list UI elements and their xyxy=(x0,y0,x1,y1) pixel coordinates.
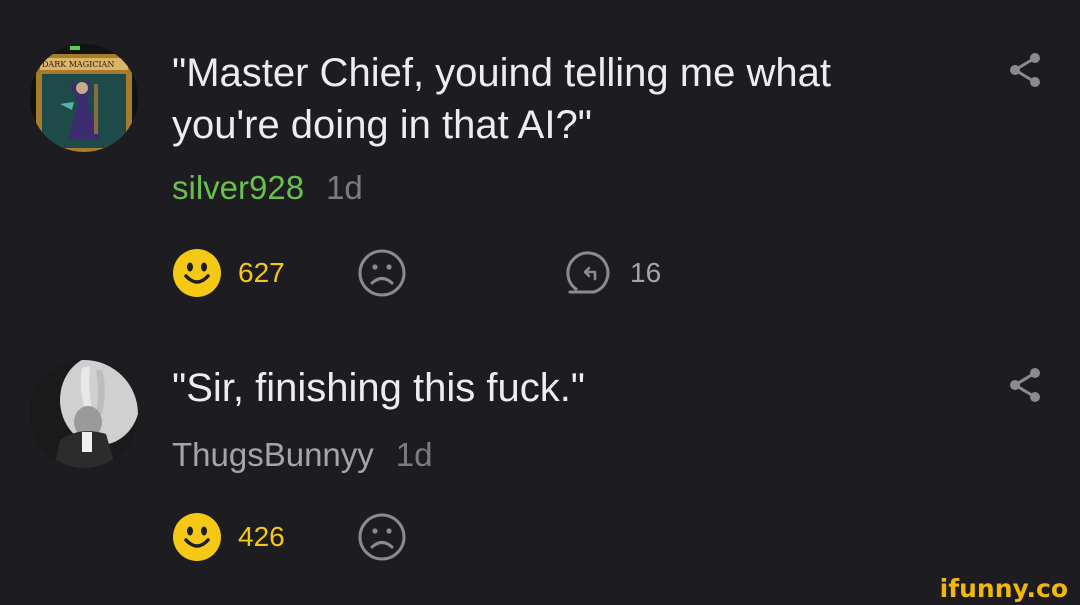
unsmile-button[interactable] xyxy=(357,512,407,562)
username[interactable]: ThugsBunnyy xyxy=(172,435,374,475)
avatar[interactable] xyxy=(30,360,138,468)
comment-text: "Master Chief, youind telling me what yo… xyxy=(172,51,831,147)
reply-button[interactable]: 16 xyxy=(564,248,661,298)
smile-count: 426 xyxy=(238,521,285,552)
timestamp: 1d xyxy=(395,436,433,473)
dark-magician-card-avatar: DARK MAGICIAN xyxy=(30,44,138,152)
timestamp: 1d xyxy=(326,169,363,206)
share-icon xyxy=(1010,53,1040,87)
comment-meta: silver928 1d xyxy=(172,168,363,208)
smile-button[interactable]: 627 xyxy=(172,248,285,298)
frown-icon xyxy=(358,249,406,297)
share-icon xyxy=(1010,368,1040,402)
smile-icon xyxy=(173,249,221,297)
unsmile-button[interactable] xyxy=(357,248,407,298)
comment-2: "Sir, finishing this fuck." ThugsBunnyy … xyxy=(0,350,1080,600)
avatar[interactable]: DARK MAGICIAN xyxy=(30,44,138,152)
reply-count: 16 xyxy=(630,257,662,288)
share-button[interactable] xyxy=(1005,365,1045,405)
avatar-card-title: DARK MAGICIAN xyxy=(42,60,114,69)
comment-meta: ThugsBunnyy 1d xyxy=(172,435,433,475)
share-button[interactable] xyxy=(1005,50,1045,90)
bugs-bunny-avatar xyxy=(30,360,138,468)
comment-text: "Sir, finishing this fuck." xyxy=(172,366,586,410)
smile-count: 627 xyxy=(238,257,285,288)
smile-icon xyxy=(173,513,221,561)
smile-button[interactable]: 426 xyxy=(172,512,285,562)
username[interactable]: silver928 xyxy=(172,168,304,208)
ifunny-watermark: ifunny.co xyxy=(939,574,1068,603)
comment-1: DARK MAGICIAN "Master Chief, youind tell… xyxy=(0,0,1080,320)
reply-icon xyxy=(566,251,610,294)
frown-icon xyxy=(358,513,406,561)
